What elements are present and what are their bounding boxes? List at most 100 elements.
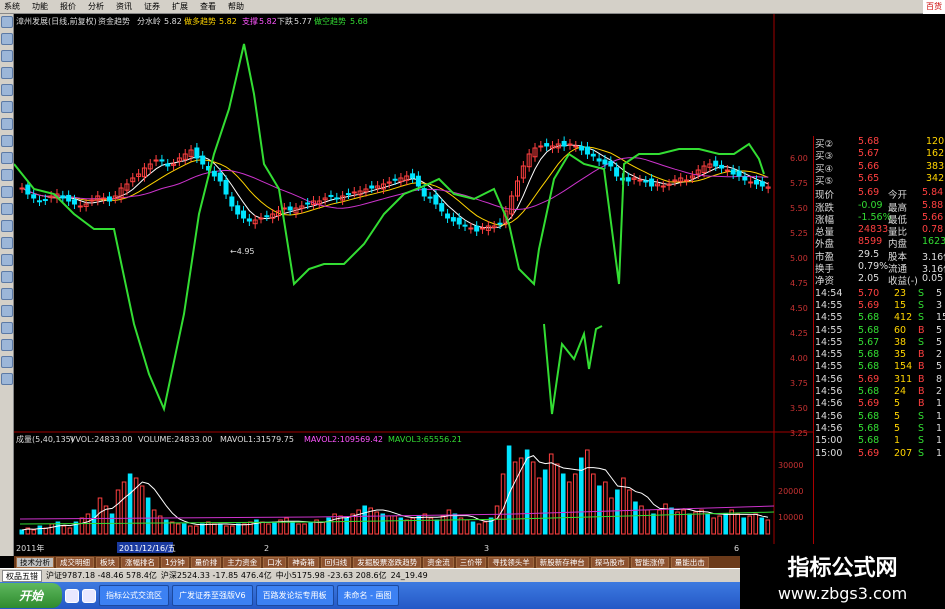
volume-bar [542, 469, 548, 535]
task-board[interactable]: 百路发论坛专用板 [255, 585, 334, 606]
quicklaunch-desktop-icon[interactable] [82, 588, 96, 603]
indicator-tab[interactable]: 智能涨停 [630, 556, 669, 568]
stock-chart[interactable]: 漳州发展(日线,前复权) 资金趋势 分水岭 5.82 做多趋势 5.82 支撑 … [14, 14, 814, 556]
candle-body [649, 178, 655, 187]
toolbar-news-icon[interactable] [1, 84, 13, 96]
volume-bar [205, 521, 211, 535]
volume-bar [115, 489, 121, 535]
candle-body [660, 185, 666, 188]
indicator-tab[interactable]: 口水 [263, 556, 287, 568]
toolbar-f10-icon[interactable] [1, 101, 13, 113]
candle-body [584, 146, 590, 155]
volume-bar [163, 519, 169, 535]
indicator-tab[interactable]: 技术分析 [16, 556, 54, 568]
task-broker[interactable]: 广发证券至强版V6 [172, 585, 253, 606]
menu-help[interactable]: 帮助 [228, 1, 244, 12]
toolbar-minute-icon[interactable] [1, 67, 13, 79]
price-tick: 4.75 [790, 279, 808, 288]
indicator-tab[interactable]: 回归线 [320, 556, 352, 568]
toolbar-settings-icon[interactable] [1, 356, 13, 368]
menu-function[interactable]: 功能 [32, 1, 48, 12]
quicklaunch-ie-icon[interactable] [65, 588, 79, 603]
menu-info[interactable]: 资讯 [116, 1, 132, 12]
indicator-tab[interactable]: 资金流 [423, 556, 454, 568]
indicator-tab[interactable]: 板块 [96, 556, 119, 568]
indicator-tab[interactable]: 探马股市 [590, 556, 629, 568]
indicator-tab[interactable]: 新股新存神台 [535, 556, 589, 568]
candle-body [369, 185, 375, 189]
stat-value: 0.05 [922, 273, 944, 285]
toolbar-up-icon[interactable] [1, 237, 13, 249]
toolbar-right-icon[interactable] [1, 288, 13, 300]
menu-securities[interactable]: 证券 [144, 1, 160, 12]
indicator-tab[interactable]: 量价排 [190, 556, 222, 568]
volume-bar [765, 519, 771, 535]
volume-bar [344, 517, 349, 535]
tick-time: 15:00 [815, 447, 843, 459]
toolbar-home-icon[interactable] [1, 16, 13, 28]
menu-analysis[interactable]: 分析 [88, 1, 104, 12]
toolbar-save-icon[interactable] [1, 322, 13, 334]
toolbar-select-icon[interactable] [1, 152, 13, 164]
indicator-tab[interactable]: 量能出击 [670, 556, 709, 568]
menu-view[interactable]: 查看 [200, 1, 216, 12]
tick-count: 15 [936, 312, 945, 324]
menu-quote[interactable]: 报价 [60, 1, 76, 12]
price-header-stock: 漳州发展(日线,前复权) [16, 16, 97, 26]
task-forum[interactable]: 指标公式交流区 [99, 585, 169, 606]
indicator-tab[interactable]: 主力资金 [223, 556, 262, 568]
toolbar-draw-icon[interactable] [1, 186, 13, 198]
tick-volume: 207 [894, 447, 913, 459]
toolbar-zoom-icon[interactable] [1, 203, 13, 215]
indicator-tab[interactable]: 发掘股票涨跌趋势 [353, 556, 422, 568]
tick-time: 14:55 [815, 336, 843, 348]
stat-value: 16234 [922, 236, 945, 248]
toolbar-sector-icon[interactable] [1, 118, 13, 130]
tick-price: 5.69 [858, 373, 880, 385]
volume-bar [91, 509, 97, 535]
indicator-tab[interactable]: 涨幅排名 [121, 556, 159, 568]
task-paint[interactable]: 未命名 - 画图 [336, 585, 399, 606]
toolbar-rank-icon[interactable] [1, 135, 13, 147]
menu-extend[interactable]: 扩展 [172, 1, 188, 12]
tick-count: 2 [936, 386, 943, 397]
indicator-tab[interactable]: 三价带 [455, 556, 487, 568]
status-tag[interactable]: 权品五错 [2, 569, 42, 582]
toolbar-kline-icon[interactable] [1, 50, 13, 62]
volume-tick: 10000 [778, 513, 803, 522]
volume-bar [735, 513, 741, 535]
volume-tick: 20000 [778, 487, 803, 496]
indicator-tab[interactable]: 1分钟 [161, 556, 189, 568]
stat-value: 5.88 [922, 199, 944, 211]
toolbar-left-icon[interactable] [1, 271, 13, 283]
volume-bar [49, 523, 55, 535]
indicator-tab[interactable]: 成交明细 [56, 556, 94, 568]
volume-bar [121, 481, 127, 535]
quote-row: 14:55 5.69 15 S 3 [814, 300, 945, 312]
toolbar-refresh-icon[interactable] [1, 305, 13, 317]
toolbar-help-icon[interactable] [1, 373, 13, 385]
tick-price: 5.68 [858, 386, 880, 397]
toolbar-formula-icon[interactable] [1, 169, 13, 181]
candle-body [759, 181, 765, 187]
candle-body [427, 196, 433, 199]
tick-side: S [918, 336, 925, 348]
volume-bar [284, 517, 289, 535]
candle-body [159, 159, 165, 162]
menu-system[interactable]: 系统 [4, 1, 20, 12]
status-extra: 24_19.49 [390, 571, 428, 580]
candle-body [264, 215, 270, 218]
candle-body [614, 167, 620, 177]
toolbar-quote-icon[interactable] [1, 33, 13, 45]
start-button[interactable]: 开始 [0, 583, 62, 608]
quote-row: 买② 5.68 120 [814, 136, 945, 150]
tick-price: 5.69 [858, 299, 880, 311]
tick-volume: 311 [894, 373, 913, 385]
toolbar-print-icon[interactable] [1, 339, 13, 351]
price-tick: 5.25 [790, 229, 808, 238]
indicator-tab[interactable]: 寻找领头羊 [488, 556, 534, 568]
indicator-tab[interactable]: 神奇箱 [288, 556, 319, 568]
toolbar-down-icon[interactable] [1, 254, 13, 266]
volume-bar [308, 521, 313, 535]
toolbar-pan-icon[interactable] [1, 220, 13, 232]
